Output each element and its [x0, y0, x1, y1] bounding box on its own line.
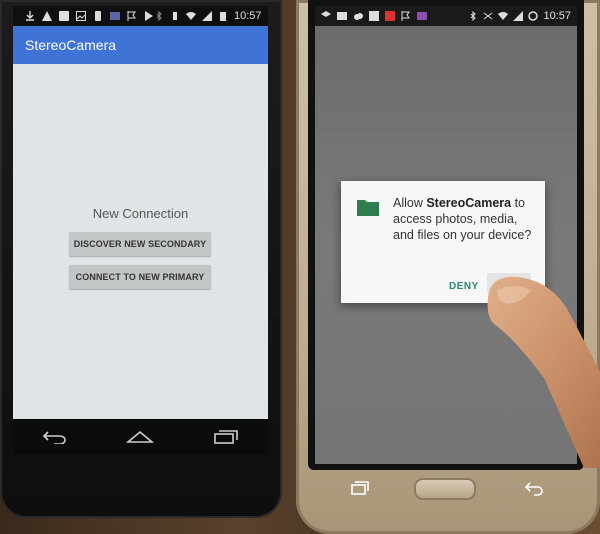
connect-primary-button[interactable]: CONNECT TO NEW PRIMARY [69, 265, 211, 289]
message-icon [337, 12, 347, 20]
store-icon [417, 12, 427, 20]
battery-ring-icon [528, 11, 539, 21]
app-content: New Connection DISCOVER NEW SECONDARY CO… [13, 64, 268, 419]
right-status-bar: 10:57 [315, 6, 577, 26]
left-status-bar: 10:57 [13, 6, 268, 26]
permission-prefix: Allow [393, 196, 427, 210]
signal-icon [513, 11, 524, 21]
app-title-bar: StereoCamera [13, 26, 268, 64]
home-icon[interactable] [126, 430, 155, 444]
battery-icon [220, 12, 226, 21]
right-status-time: 10:57 [543, 10, 571, 22]
photo-scene: 10:57 StereoCamera New Connection DISCOV… [0, 0, 600, 534]
phone-icon [95, 11, 101, 21]
back-key-icon[interactable] [524, 480, 546, 496]
bluetooth-icon [471, 11, 477, 21]
mute-icon [484, 12, 493, 20]
hardware-keys [296, 470, 600, 510]
bluetooth-icon [156, 11, 162, 21]
new-connection-heading: New Connection [92, 206, 189, 221]
recents-icon[interactable] [213, 430, 239, 444]
vibrate-icon [173, 12, 177, 20]
play-icon [145, 11, 153, 21]
left-nav-bar [13, 419, 268, 455]
bars-icon [59, 11, 69, 21]
right-phone-screen: 10:57 Allow StereoCamera to access photo… [315, 6, 577, 464]
red-app-icon [385, 11, 395, 21]
download-icon [26, 11, 34, 21]
recents-key-icon[interactable] [350, 480, 370, 496]
app-title: StereoCamera [25, 37, 117, 53]
right-phone: 10:57 Allow StereoCamera to access photo… [296, 0, 600, 534]
permission-dialog: Allow StereoCamera to access photos, med… [341, 181, 545, 303]
back-icon[interactable] [42, 430, 68, 444]
discover-secondary-button[interactable]: DISCOVER NEW SECONDARY [69, 232, 211, 256]
flag-icon [401, 11, 410, 21]
allow-button[interactable] [487, 273, 531, 293]
folder-icon [357, 200, 379, 216]
image-icon [76, 11, 86, 21]
gallery-icon [369, 11, 379, 21]
deny-button[interactable]: DENY [449, 281, 479, 292]
flag-icon [127, 11, 136, 21]
home-key[interactable] [414, 478, 476, 500]
permission-message: Allow StereoCamera to access photos, med… [393, 195, 538, 243]
wifi-icon [186, 12, 196, 20]
permission-app-name: StereoCamera [426, 196, 512, 210]
signal-icon [202, 11, 212, 21]
cloud-icon [354, 13, 363, 20]
layers-icon [321, 11, 331, 17]
left-status-time: 10:57 [234, 10, 262, 22]
wifi-icon [498, 12, 509, 20]
left-phone: 10:57 StereoCamera New Connection DISCOV… [0, 0, 282, 518]
left-phone-screen: 10:57 StereoCamera New Connection DISCOV… [13, 6, 268, 419]
warning-icon [42, 11, 52, 21]
app-icon [110, 12, 120, 20]
